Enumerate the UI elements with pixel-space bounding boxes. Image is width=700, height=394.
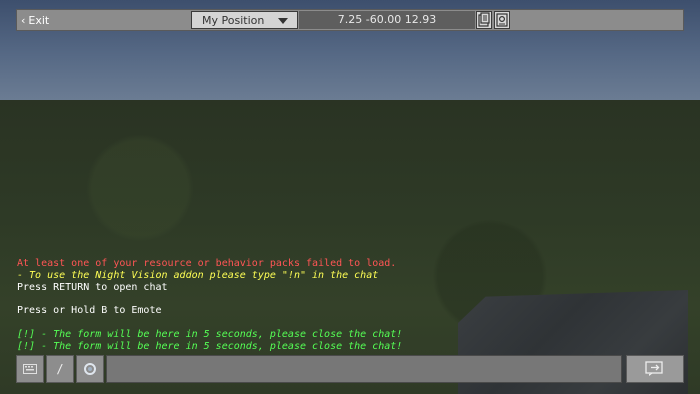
chat-line [17, 293, 457, 305]
chat-line: [!] - The form will be here in 5 seconds… [17, 340, 403, 352]
slash-command-button[interactable]: / [46, 355, 74, 383]
exit-label: Exit [28, 14, 50, 27]
keyboard-icon [23, 364, 37, 374]
coordinates-display: 7.25 -60.00 12.93 [299, 11, 475, 29]
send-icon [645, 361, 663, 376]
dropdown-value: My Position [202, 14, 265, 27]
chat-log: At least one of your resource or behavio… [17, 258, 457, 352]
chat-line: - To use the Night Vision addon please t… [17, 269, 379, 281]
send-button[interactable] [626, 355, 684, 383]
copy-coordinates-icon[interactable] [476, 11, 492, 29]
chat-bar: / [16, 355, 684, 385]
chat-line: Press or Hold B to Emote [17, 305, 162, 317]
settings-gear-icon [84, 363, 96, 375]
chat-line: At least one of your resource or behavio… [17, 258, 397, 269]
top-bar: ‹ Exit My Position 7.25 -60.00 12.93 [16, 9, 684, 31]
chat-line: Press RETURN to open chat [17, 281, 168, 293]
chat-line [17, 317, 457, 329]
chevron-down-icon [278, 18, 288, 24]
chevron-left-icon: ‹ [21, 14, 26, 27]
chat-line: [!] - The form will be here in 5 seconds… [17, 328, 403, 340]
exit-button[interactable]: ‹ Exit [21, 13, 49, 29]
position-dropdown[interactable]: My Position [191, 11, 298, 29]
screenshot-icon[interactable] [494, 11, 510, 29]
chat-input[interactable] [106, 355, 622, 383]
slash-command-icon: / [56, 362, 64, 376]
settings-button[interactable] [76, 355, 104, 383]
keyboard-button[interactable] [16, 355, 44, 383]
